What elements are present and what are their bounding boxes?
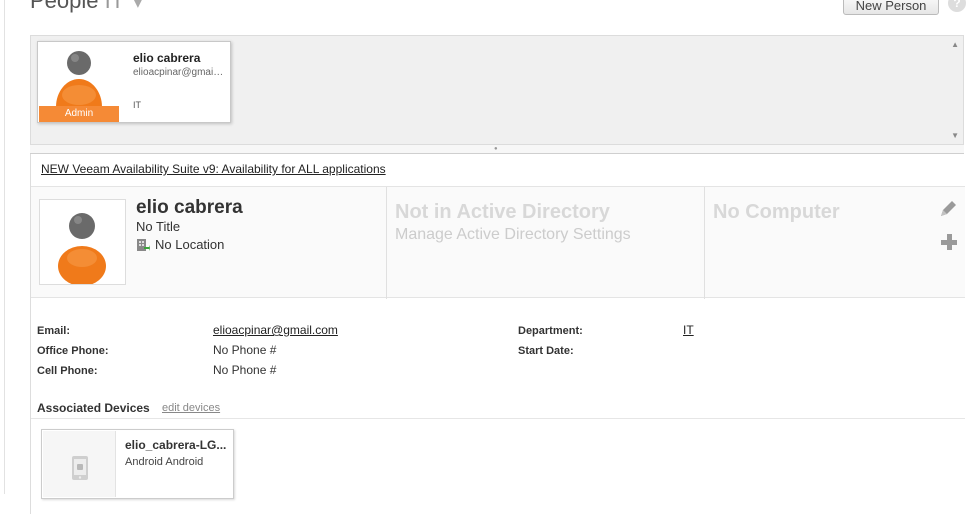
building-icon bbox=[137, 238, 150, 251]
person-location[interactable]: No Location bbox=[136, 237, 224, 252]
person-card-email: elioacpinar@gmail.com bbox=[133, 67, 225, 78]
user-avatar-icon bbox=[39, 199, 126, 285]
device-name: elio_cabrera-LG... bbox=[125, 438, 227, 452]
department-label: Department: bbox=[518, 325, 583, 337]
location-text: No Location bbox=[155, 237, 225, 252]
edit-devices-link[interactable]: edit devices bbox=[162, 402, 220, 414]
android-device-icon bbox=[72, 456, 88, 480]
people-list: ▲ ▼ Admin elio cabrera elioacpinar@gmail… bbox=[30, 35, 964, 145]
new-person-button[interactable]: New Person bbox=[843, 0, 939, 15]
left-border bbox=[4, 0, 5, 494]
person-card-department: IT bbox=[133, 100, 141, 110]
page-subtitle: IT bbox=[104, 0, 124, 13]
cell-phone-label: Cell Phone: bbox=[37, 365, 98, 377]
cell-phone-value: No Phone # bbox=[213, 363, 277, 377]
office-phone-value: No Phone # bbox=[213, 343, 277, 357]
page-title-text: People bbox=[30, 0, 99, 13]
admin-badge: Admin bbox=[39, 106, 119, 122]
department-value-link[interactable]: IT bbox=[683, 323, 694, 337]
person-name: elio cabrera bbox=[136, 197, 243, 218]
person-detail-panel: NEW Veeam Availability Suite v9: Availab… bbox=[30, 154, 965, 514]
user-avatar-icon bbox=[39, 43, 119, 107]
scroll-up-arrow-icon[interactable]: ▲ bbox=[951, 40, 959, 49]
scroll-down-arrow-icon[interactable]: ▼ bbox=[951, 131, 959, 140]
person-title: No Title bbox=[136, 219, 181, 234]
chevron-down-icon[interactable]: ▾ bbox=[134, 0, 142, 12]
splitter-handle-icon[interactable]: ● bbox=[494, 146, 498, 152]
divider bbox=[31, 418, 965, 419]
office-phone-label: Office Phone: bbox=[37, 345, 109, 357]
people-page: People IT ▾ New Person ? ▲ ▼ Admin elio … bbox=[0, 0, 978, 514]
device-os: Android Android bbox=[125, 456, 204, 468]
page-title: People IT ▾ bbox=[30, 0, 142, 14]
plus-icon[interactable] bbox=[939, 232, 959, 252]
person-card[interactable]: Admin elio cabrera elioacpinar@gmail.com… bbox=[37, 41, 231, 123]
manage-ad-settings-link[interactable]: Manage Active Directory Settings bbox=[395, 226, 631, 244]
help-icon[interactable]: ? bbox=[948, 0, 966, 12]
promo-banner-link[interactable]: NEW Veeam Availability Suite v9: Availab… bbox=[41, 162, 386, 176]
email-label: Email: bbox=[37, 325, 71, 337]
panel-splitter[interactable]: ● bbox=[30, 145, 964, 154]
pencil-edit-icon[interactable] bbox=[937, 198, 959, 220]
divider bbox=[386, 187, 387, 299]
device-thumbnail bbox=[43, 431, 116, 497]
profile-strip: elio cabrera No Title No Location Not in… bbox=[31, 186, 965, 299]
email-value-link[interactable]: elioacpinar@gmail.com bbox=[213, 323, 338, 337]
computer-status: No Computer bbox=[713, 201, 840, 223]
divider bbox=[704, 187, 705, 299]
start-date-label: Start Date: bbox=[518, 345, 574, 357]
device-card[interactable]: elio_cabrera-LG... Android Android bbox=[41, 429, 234, 499]
ad-status: Not in Active Directory bbox=[395, 201, 610, 223]
associated-devices-title: Associated Devices bbox=[37, 401, 150, 415]
person-card-name: elio cabrera bbox=[133, 51, 201, 65]
